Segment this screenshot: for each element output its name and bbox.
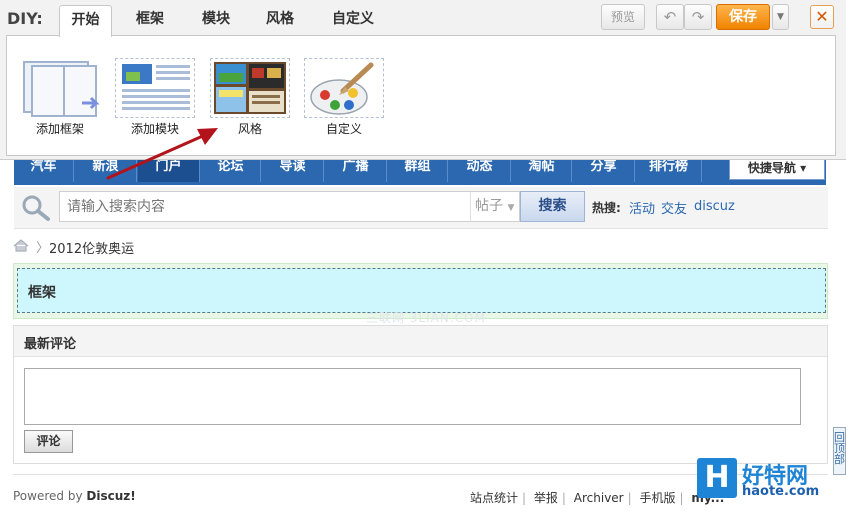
customize-icon	[304, 58, 384, 118]
hot-search-label: 热搜:	[592, 201, 621, 215]
tab-module[interactable]: 模块	[188, 5, 244, 36]
chevron-down-icon: ▼	[507, 203, 515, 213]
comment-panel: 最新评论 评论	[13, 325, 828, 464]
customize-tool[interactable]: 自定义	[304, 58, 384, 137]
center-watermark: 三联网 3LIAN.COM	[366, 311, 486, 325]
add-module-icon	[115, 58, 195, 118]
undo-icon[interactable]: ↶	[656, 4, 684, 30]
quick-nav-label: 快捷导航	[747, 161, 796, 175]
breadcrumb-current[interactable]: 2012伦敦奥运	[49, 238, 134, 257]
diy-frame-inner[interactable]: 框架	[17, 268, 826, 313]
footer-link[interactable]: Archiver	[574, 491, 624, 505]
nav-item[interactable]: 导读	[262, 160, 324, 182]
tab-start[interactable]: 开始	[59, 5, 112, 37]
powered-brand[interactable]: Discuz!	[86, 489, 135, 503]
nav-item[interactable]: 淘帖	[512, 160, 572, 182]
close-button[interactable]: ✕	[810, 5, 834, 29]
tool-label: 添加框架	[35, 122, 84, 136]
nav-item[interactable]: 排行榜	[636, 160, 702, 182]
nav-item[interactable]: 分享	[573, 160, 635, 182]
search-icon	[22, 195, 50, 221]
back-to-top-button[interactable]: 回顶部	[833, 427, 846, 475]
style-icon	[210, 58, 290, 118]
comment-submit-button[interactable]: 评论	[24, 430, 73, 453]
search-type-value: 帖子	[475, 198, 503, 214]
nav-item[interactable]: 动态	[449, 160, 511, 182]
add-frame-icon	[20, 58, 100, 118]
preview-button[interactable]: 预览	[601, 4, 645, 30]
footer-link[interactable]: 举报	[534, 491, 558, 505]
footer-link[interactable]: 手机版	[640, 491, 676, 505]
search-input[interactable]	[59, 191, 471, 222]
add-frame-tool[interactable]: 添加框架	[20, 58, 100, 137]
search-button[interactable]: 搜索	[520, 191, 585, 222]
site-watermark-logo: H	[697, 458, 737, 498]
save-button[interactable]: 保存	[716, 4, 770, 30]
hot-search-link[interactable]: 活动	[629, 198, 655, 217]
nav-item[interactable]: 汽车	[14, 160, 74, 182]
breadcrumb-separator: 〉	[36, 241, 50, 256]
nav-item[interactable]: 广播	[325, 160, 387, 182]
nav-item[interactable]: 群组	[388, 160, 448, 182]
comment-header: 最新评论	[14, 326, 827, 357]
search-bar: 帖子 ▼ 搜索 热搜: 活动 交友 discuz	[14, 187, 828, 229]
site-watermark-url: haote.com	[742, 484, 820, 499]
quick-nav-button[interactable]: 快捷导航 ▾	[729, 160, 825, 180]
powered-prefix: Powered by	[13, 489, 87, 503]
annotation-arrow-icon	[106, 128, 218, 180]
frame-title: 框架	[28, 285, 56, 301]
search-type-select[interactable]: 帖子 ▼	[470, 191, 520, 222]
footer-link[interactable]: 站点统计	[470, 491, 518, 505]
save-options-chevron-icon[interactable]: ▼	[772, 4, 789, 30]
comment-title: 最新评论	[24, 337, 77, 352]
home-icon[interactable]	[13, 239, 29, 252]
diy-label: DIY:	[7, 9, 43, 28]
comment-textarea[interactable]	[24, 368, 801, 425]
tool-label: 自定义	[325, 122, 362, 136]
powered-by: Powered by Discuz!	[13, 489, 136, 503]
hot-search-link[interactable]: discuz	[694, 199, 735, 214]
footer-links: 站点统计 | 举报 | Archiver | 手机版 | my...	[470, 491, 725, 505]
redo-icon[interactable]: ↷	[684, 4, 712, 30]
hot-search-link[interactable]: 交友	[661, 198, 687, 217]
tab-custom[interactable]: 自定义	[318, 5, 388, 36]
tab-style[interactable]: 风格	[252, 5, 308, 36]
tab-frame[interactable]: 框架	[122, 5, 178, 36]
